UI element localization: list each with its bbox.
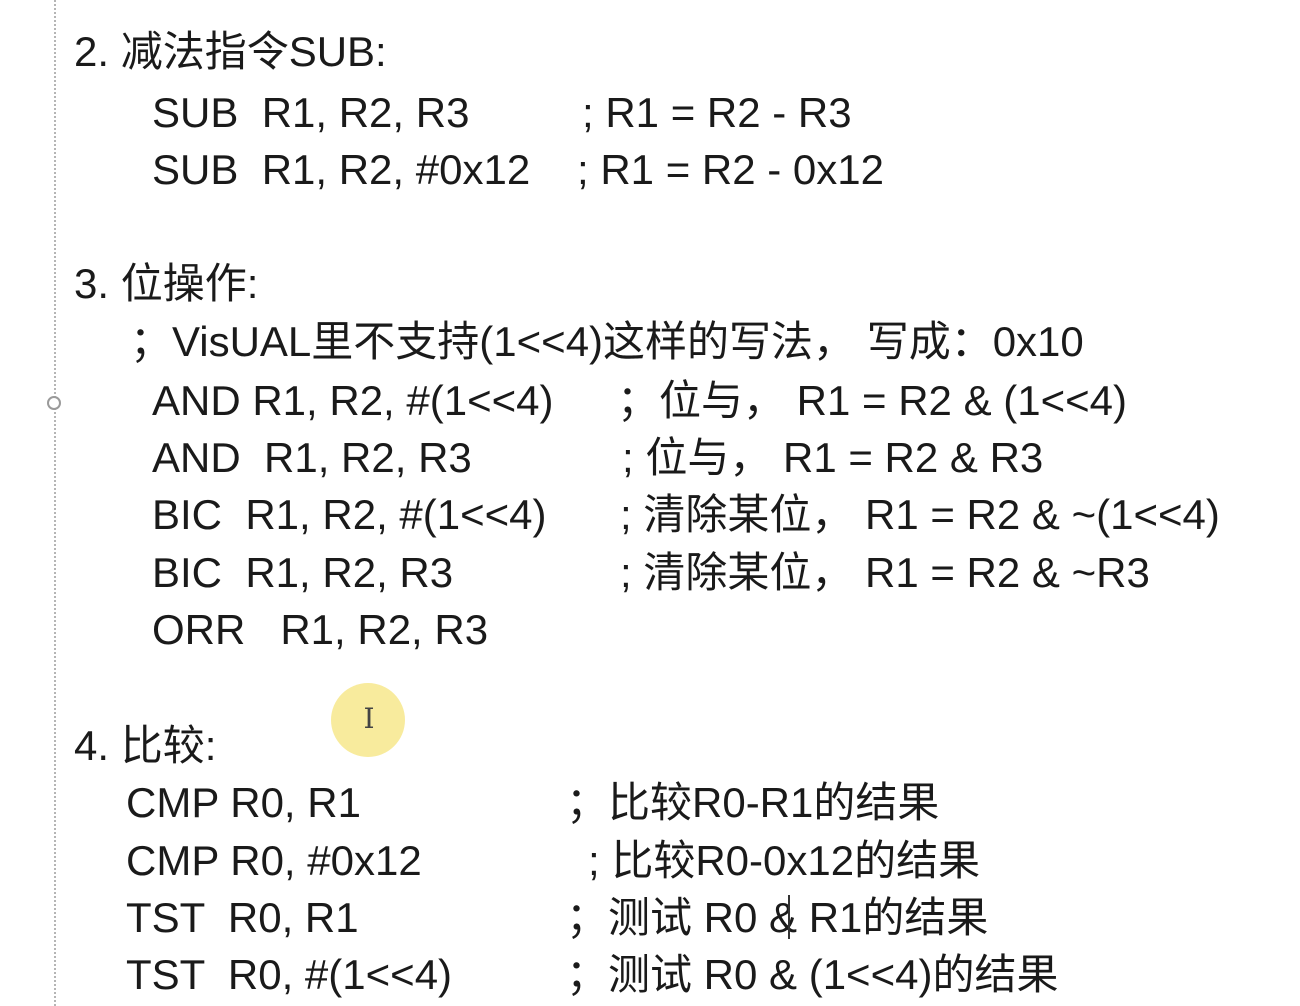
code-line-bitops-5: ORR R1, R2, R3 xyxy=(152,606,489,653)
document-page: 2. 减法指令SUB: SUB R1, R2, R3 ; R1 = R2 - R… xyxy=(0,0,1300,1006)
code-line-compare-4: TST R0, #(1<<4) xyxy=(126,951,453,998)
code-line-bitops-3: BIC R1, R2, #(1<<4) xyxy=(152,491,547,538)
section-heading-sub: 2. 减法指令SUB: xyxy=(74,28,387,75)
code-line-compare-2: CMP R0, #0x12 xyxy=(126,837,422,884)
code-line-sub-2: SUB R1, R2, #0x12 xyxy=(152,146,531,193)
comment-line-bitops-1: ；位与， R1 = R2 & (1<<4) xyxy=(617,377,1128,424)
code-line-bitops-4: BIC R1, R2, R3 xyxy=(152,549,454,596)
section-heading-compare: 4. 比较: xyxy=(74,722,217,769)
comment-line-bitops-3: ; 清除某位， R1 = R2 & ~(1<<4) xyxy=(620,491,1220,538)
comment-line-bitops-2: ; 位与， R1 = R2 & R3 xyxy=(622,434,1044,481)
margin-rule xyxy=(54,0,56,1006)
bitops-note: ；VisUAL里不支持(1<<4)这样的写法， 写成：0x10 xyxy=(130,318,1084,365)
section-heading-bitops: 3. 位操作: xyxy=(74,260,259,307)
code-line-compare-1: CMP R0, R1 xyxy=(126,779,361,826)
margin-handle-icon[interactable] xyxy=(47,396,61,410)
comment-line-compare-4: ；测试 R0 & (1<<4)的结果 xyxy=(566,951,1059,998)
comment-line-compare-3: ；测试 R0 & R1的结果 xyxy=(566,894,989,941)
code-line-bitops-2: AND R1, R2, R3 xyxy=(152,434,472,481)
i-beam-cursor-icon: I xyxy=(363,702,375,735)
comment-line-bitops-4: ; 清除某位， R1 = R2 & ~R3 xyxy=(620,549,1150,596)
code-line-bitops-1: AND R1, R2, #(1<<4) xyxy=(152,377,554,424)
code-line-sub-1: SUB R1, R2, R3 xyxy=(152,89,470,136)
comment-line-compare-1: ；比较R0-R1的结果 xyxy=(566,779,940,826)
comment-line-compare-2: ; 比较R0-0x12的结果 xyxy=(588,837,981,884)
comment-line-sub-2: ; R1 = R2 - 0x12 xyxy=(577,146,884,193)
code-line-compare-3: TST R0, R1 xyxy=(126,894,359,941)
comment-line-sub-1: ; R1 = R2 - R3 xyxy=(582,89,852,136)
text-caret xyxy=(788,895,790,939)
